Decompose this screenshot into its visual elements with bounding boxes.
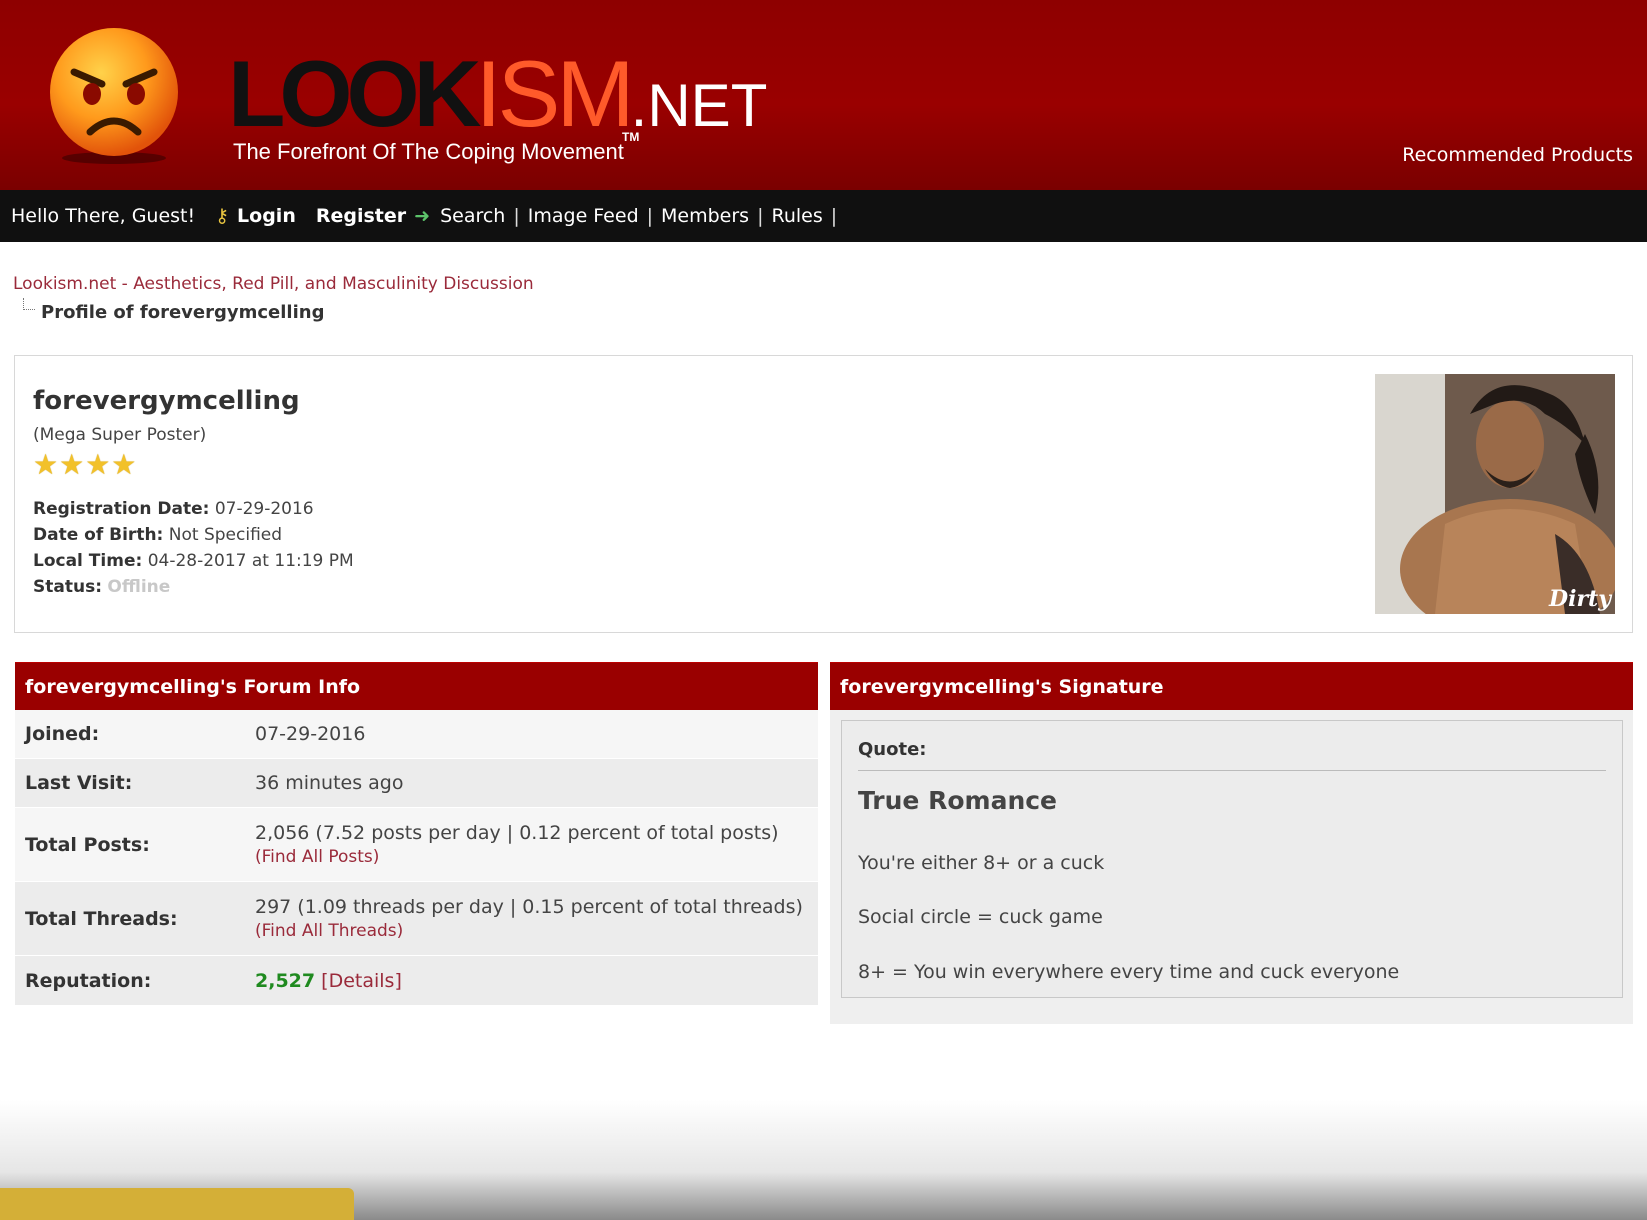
reputation-row: Reputation: 2,527 [Details] xyxy=(15,956,818,1006)
joined-row: Joined: 07-29-2016 xyxy=(15,710,818,759)
rank-stars-icon: ★★★★ xyxy=(33,448,138,481)
bottom-bar-tab[interactable] xyxy=(0,1188,354,1220)
quote-divider xyxy=(858,770,1606,771)
date-of-birth-line: Date of Birth: Not Specified xyxy=(33,525,283,545)
trademark-mark: TM xyxy=(622,130,640,144)
nav-separator: | xyxy=(513,205,520,227)
nav-separator: | xyxy=(646,205,654,227)
reputation-details-link[interactable]: [Details] xyxy=(321,970,402,992)
recommended-products-link[interactable]: Recommended Products xyxy=(1402,144,1633,166)
nav-rules-link[interactable]: Rules xyxy=(772,205,823,227)
forum-info-title: forevergymcelling's Forum Info xyxy=(15,662,818,710)
profile-user-title: (Mega Super Poster) xyxy=(33,425,207,445)
find-all-posts-link[interactable]: (Find All Posts) xyxy=(255,847,779,867)
signature-quote-box: Quote: True Romance You're either 8+ or … xyxy=(841,720,1623,998)
site-logo[interactable]: LOOKISM.NET xyxy=(228,40,767,148)
avatar: Dirty xyxy=(1375,374,1615,614)
signature-title: forevergymcelling's Signature xyxy=(830,662,1633,710)
nav-image-feed-link[interactable]: Image Feed xyxy=(528,205,639,227)
signature-heading: True Romance xyxy=(858,786,1058,815)
top-nav-bar: Hello There, Guest! ⚷ Login Register ➜ S… xyxy=(0,190,1647,242)
signature-panel: forevergymcelling's Signature Quote: Tru… xyxy=(830,662,1633,1024)
login-link[interactable]: Login xyxy=(237,205,296,227)
breadcrumb-connector xyxy=(23,298,35,310)
breadcrumb-current: Profile of forevergymcelling xyxy=(41,302,325,323)
total-posts-row: Total Posts: 2,056 (7.52 posts per day |… xyxy=(15,808,818,882)
key-icon: ⚷ xyxy=(215,205,230,227)
arrow-right-icon: ➜ xyxy=(414,205,431,227)
status-badge: Offline xyxy=(107,577,171,597)
angry-face-icon xyxy=(50,28,178,164)
breadcrumb-root-link[interactable]: Lookism.net - Aesthetics, Red Pill, and … xyxy=(13,274,534,294)
last-visit-row: Last Visit: 36 minutes ago xyxy=(15,759,818,808)
register-link[interactable]: Register xyxy=(316,205,406,227)
site-header: LOOKISM.NET The Forefront Of The Coping … xyxy=(0,0,1647,190)
nav-separator: | xyxy=(757,205,764,227)
reputation-value: 2,527 xyxy=(255,969,316,992)
nav-members-link[interactable]: Members xyxy=(661,205,749,227)
registration-date-line: Registration Date: 07-29-2016 xyxy=(33,499,314,519)
guest-greeting: Hello There, Guest! xyxy=(11,205,196,227)
profile-summary-box: forevergymcelling (Mega Super Poster) ★★… xyxy=(14,355,1633,633)
site-tagline: The Forefront Of The Coping Movement xyxy=(233,139,624,164)
status-line: Status: Offline xyxy=(33,577,171,597)
avatar-portrait-icon xyxy=(1375,374,1615,614)
forum-info-panel: forevergymcelling's Forum Info Joined: 0… xyxy=(15,662,818,1006)
nav-search-link[interactable]: Search xyxy=(440,205,505,227)
signature-line: 8+ = You win everywhere every time and c… xyxy=(858,961,1400,983)
find-all-threads-link[interactable]: (Find All Threads) xyxy=(255,921,803,941)
quote-label: Quote: xyxy=(858,739,927,760)
nav-separator: | xyxy=(830,205,838,227)
total-threads-row: Total Threads: 297 (1.09 threads per day… xyxy=(15,882,818,956)
local-time-line: Local Time: 04-28-2017 at 11:19 PM xyxy=(33,551,354,571)
signature-line: Social circle = cuck game xyxy=(858,906,1103,928)
signature-line: You're either 8+ or a cuck xyxy=(858,852,1105,874)
avatar-watermark: Dirty xyxy=(1549,586,1611,612)
profile-username: forevergymcelling xyxy=(33,386,300,416)
